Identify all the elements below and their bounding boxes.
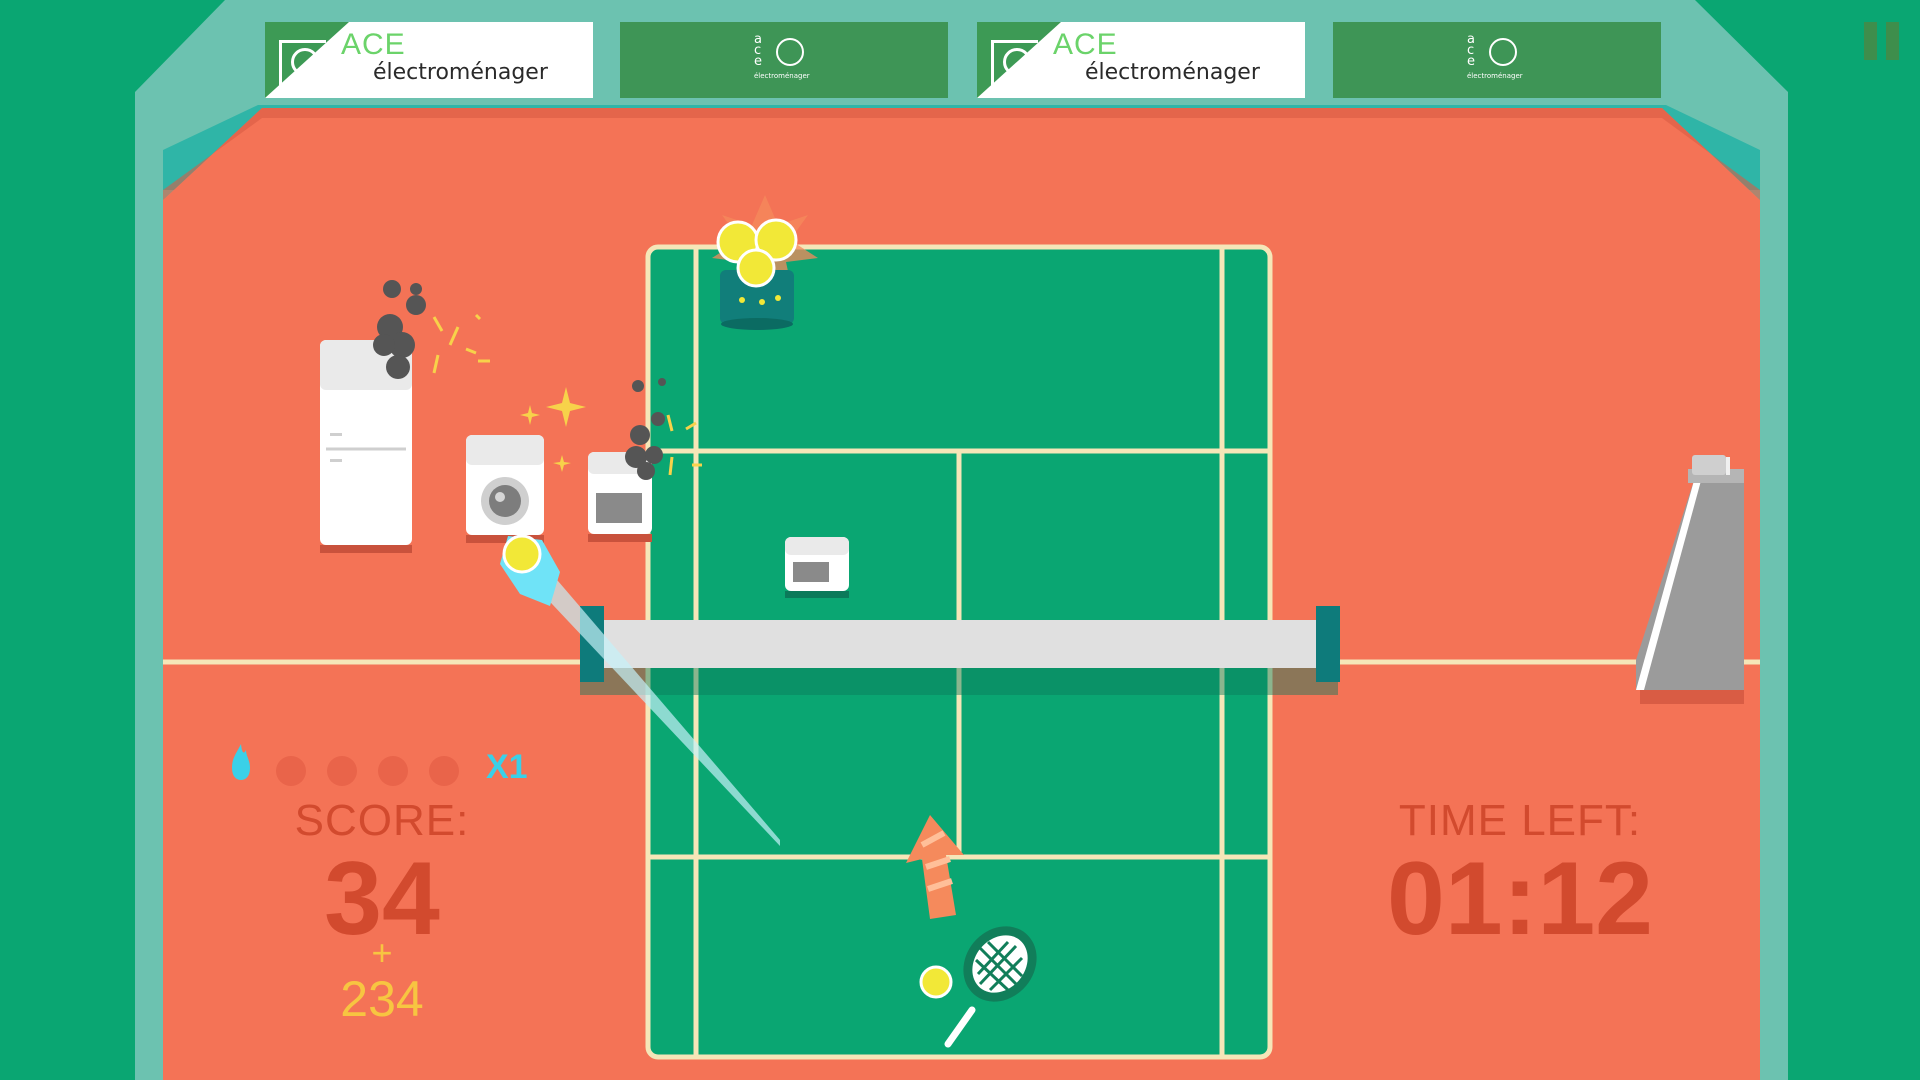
ball-machine <box>712 195 818 330</box>
tennis-ball-icon <box>502 534 542 574</box>
player-racket[interactable] <box>910 918 1050 1058</box>
streak-dot <box>327 756 357 786</box>
bonus-plus: + <box>371 932 393 973</box>
streak-dot <box>378 756 408 786</box>
ball-trail <box>500 534 780 846</box>
streak-dot <box>276 756 306 786</box>
score-label: SCORE: <box>294 796 470 845</box>
aim-arrow <box>906 815 964 919</box>
time-left-label: TIME LEFT: <box>1398 796 1642 845</box>
multiplier-label: X1 <box>486 748 528 786</box>
tennis-ball-icon <box>919 965 953 999</box>
umpire-chair <box>1636 455 1744 704</box>
flame-icon <box>232 744 250 780</box>
time-left-value: 01:12 <box>1387 841 1653 957</box>
streak-meter: X1 <box>226 742 546 788</box>
game-screen[interactable]: ACE électroménager a c e électroménager … <box>0 0 1920 1080</box>
bonus-value: 234 <box>340 971 424 1027</box>
streak-dot <box>429 756 459 786</box>
net-post-right <box>1316 606 1340 682</box>
